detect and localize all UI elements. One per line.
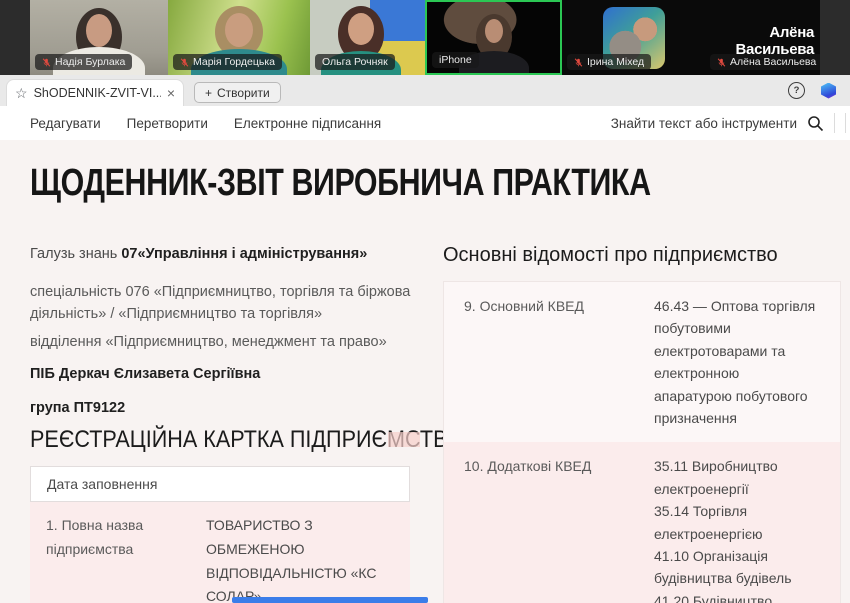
muted-mic-icon: [42, 57, 51, 68]
participant-name: Надія Бурлака: [55, 56, 125, 68]
muted-mic-icon: [574, 57, 583, 68]
row-value: 35.11 Виробництво електроенергії 35.14 Т…: [654, 455, 820, 603]
participant-tile-iphone-active-speaker[interactable]: iPhone: [425, 0, 562, 75]
participant-name: Ірина Міхед: [587, 56, 644, 68]
participant-avatar: [225, 13, 253, 47]
strip-end-spacer: [820, 0, 850, 75]
document-tab[interactable]: ☆ ShODENNIK-ZVIT-VI... ×: [6, 79, 184, 106]
participant-tile-alena[interactable]: Алёна Васильева Алёна Васильева: [705, 0, 820, 75]
field-of-knowledge-value: 07«Управління і адміністрування»: [121, 246, 367, 262]
participant-name-tag: Ольга Рочняк: [315, 54, 395, 70]
tab-bar: ☆ ShODENNIK-ZVIT-VI... × + Створити ?: [0, 75, 850, 106]
participant-tile-iryna[interactable]: Ірина Міхед: [562, 0, 705, 75]
participant-avatar: [86, 14, 112, 47]
full-name-text: ПІБ Деркач Єлизавета Сергіївна: [30, 366, 260, 382]
close-icon[interactable]: ×: [167, 86, 175, 100]
menu-item-esign[interactable]: Електронне підписання: [234, 116, 381, 131]
row-label: 9. Основний КВЕД: [464, 295, 654, 429]
field-of-knowledge-label: Галузь знань: [30, 246, 121, 262]
participant-name-tag: Ірина Міхед: [567, 54, 651, 70]
participant-name-tag: Надія Бурлака: [35, 54, 132, 70]
muted-mic-icon: [717, 57, 726, 68]
plus-icon: +: [205, 86, 212, 100]
menu-bar: Редагувати Перетворити Електронне підпис…: [0, 106, 850, 141]
participant-name: Марія Гордецька: [193, 56, 275, 68]
search-icon[interactable]: [807, 115, 824, 132]
info-heading: Основні відомості про підприємство: [443, 244, 778, 267]
menu-item-convert[interactable]: Перетворити: [127, 116, 208, 131]
row-value: 46.43 — Оптова торгівля побутовими елект…: [654, 295, 820, 429]
row-label: 10. Додаткові КВЕД: [464, 455, 654, 603]
info-table: 9. Основний КВЕД 46.43 — Оптова торгівля…: [443, 281, 841, 603]
screen: Надія Бурлака Марія Гордецька Ольга Рочн…: [0, 0, 850, 603]
tab-bar-right-icons: ?: [788, 75, 836, 106]
document-canvas: ЩОДЕННИК-ЗВІТ ВИРОБНИЧА ПРАКТИКА Галузь …: [0, 140, 850, 603]
tab-title: ShODENNIK-ZVIT-VI...: [34, 86, 161, 100]
create-button[interactable]: + Створити: [194, 82, 281, 103]
toolbar-divider: [834, 113, 835, 133]
participant-name-tag: Марія Гордецька: [173, 54, 282, 70]
table-row: 10. Додаткові КВЕД 35.11 Виробництво еле…: [444, 442, 840, 603]
blue-highlight-bar[interactable]: [232, 597, 428, 603]
participant-tile-maria[interactable]: Марія Гордецька: [168, 0, 310, 75]
specialty-text: спеціальність 076 «Підприємництво, торгі…: [30, 281, 420, 326]
menu-right: Знайти текст або інструменти: [611, 106, 846, 140]
menu-item-edit[interactable]: Редагувати: [30, 116, 101, 131]
menu-items: Редагувати Перетворити Електронне підпис…: [30, 106, 381, 140]
table-row: 1. Повна назва підприємства ТОВАРИСТВО З…: [30, 502, 410, 603]
participant-tile-nadia[interactable]: Надія Бурлака: [30, 0, 168, 75]
registration-table: Дата заповнення 1. Повна назва підприємс…: [30, 466, 410, 603]
video-call-strip: Надія Бурлака Марія Гордецька Ольга Рочн…: [0, 0, 850, 75]
row-value: ТОВАРИСТВО З ОБМЕЖЕНОЮ ВІДПОВІДАЛЬНІСТЮ …: [206, 514, 394, 603]
participant-avatar: [348, 13, 374, 45]
group-text: група ПТ9122: [30, 400, 125, 416]
star-icon[interactable]: ☆: [15, 86, 28, 100]
department-text: відділення «Підприємництво, менеджмент т…: [30, 334, 387, 350]
document-title: ЩОДЕННИК-ЗВІТ ВИРОБНИЧА ПРАКТИКА: [30, 162, 651, 205]
row-label: 1. Повна назва підприємства: [46, 514, 206, 603]
participant-name: Алёна Васильева: [730, 56, 816, 68]
toolbar-divider: [845, 113, 846, 133]
app-logo-icon[interactable]: [821, 83, 836, 99]
participant-name: Ольга Рочняк: [322, 56, 388, 68]
participant-name: iPhone: [439, 54, 472, 66]
table-row: 9. Основний КВЕД 46.43 — Оптова торгівля…: [444, 282, 840, 442]
create-button-label: Створити: [217, 86, 270, 100]
field-of-knowledge: Галузь знань 07«Управління і адмініструв…: [30, 246, 367, 262]
participant-name-tag: Алёна Васильева: [710, 54, 820, 70]
help-icon[interactable]: ?: [788, 82, 805, 99]
participant-avatar: [485, 19, 503, 43]
partial-tile-left: [0, 0, 30, 75]
search-label: Знайти текст або інструменти: [611, 116, 797, 131]
pink-highlight: [388, 432, 420, 447]
participant-tile-olga[interactable]: Ольга Рочняк: [310, 0, 425, 75]
participant-display-name: Алёна Васильева: [705, 24, 814, 58]
muted-mic-icon: [180, 57, 189, 68]
participant-name-tag: iPhone: [432, 52, 479, 68]
table-header-cell: Дата заповнення: [30, 466, 410, 502]
